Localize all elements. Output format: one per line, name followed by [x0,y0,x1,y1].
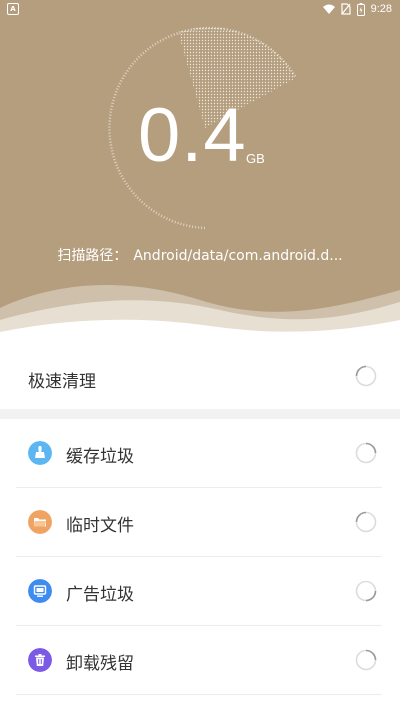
folder-icon [28,510,52,534]
app-screen: 0.4 GB 扫描路径： Android/data/com.android.d..… [0,0,400,711]
monitor-icon [28,579,52,603]
status-bar: A 9:28 [0,0,400,18]
section-divider [0,409,400,419]
loading-spinner-icon [355,649,377,671]
battery-icon [356,2,365,16]
loading-spinner-icon [355,442,377,464]
category-uninstall-residue-row[interactable]: 卸载残留 [16,626,382,695]
loading-spinner-icon [355,365,377,387]
scan-path: 扫描路径： Android/data/com.android.d... [0,245,400,265]
app-notification-icon: A [7,3,19,15]
category-list: 缓存垃圾 临时文件 广告垃圾 卸载残留 [0,419,400,695]
scan-size-unit: GB [246,151,265,166]
loading-spinner-icon [355,580,377,602]
no-sim-icon [340,3,351,15]
loading-spinner-icon [355,511,377,533]
category-label: 广告垃圾 [66,585,134,605]
category-label: 卸载残留 [66,654,134,674]
trash-icon [28,648,52,672]
category-temp-files-row[interactable]: 临时文件 [16,488,382,557]
quick-clean-row[interactable]: 极速清理 [0,345,400,409]
status-icons: 9:28 [322,2,392,16]
quick-clean-label: 极速清理 [28,372,96,392]
category-label: 临时文件 [66,516,134,536]
scan-size-value: 0.4 [138,93,247,178]
scan-path-value: Android/data/com.android.d... [133,248,343,264]
scan-header: 0.4 GB 扫描路径： Android/data/com.android.d..… [0,0,400,345]
wave-decoration [0,285,400,345]
wifi-icon [322,4,335,14]
scan-path-label: 扫描路径： [57,248,128,264]
category-cache-row[interactable]: 缓存垃圾 [16,419,382,488]
category-ad-junk-row[interactable]: 广告垃圾 [16,557,382,626]
broom-icon [28,441,52,465]
category-label: 缓存垃圾 [66,447,134,467]
status-time: 9:28 [370,3,392,15]
